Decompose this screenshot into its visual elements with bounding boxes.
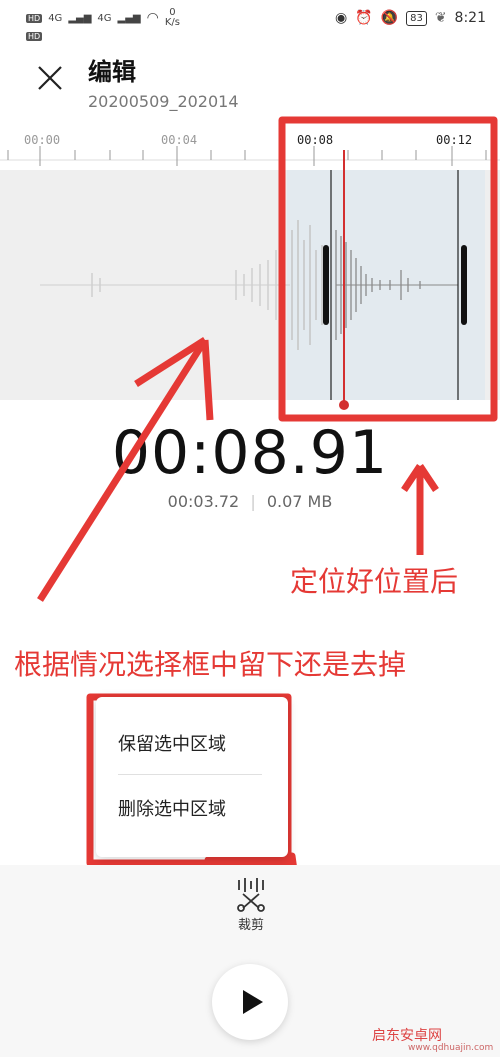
- annotation-choose-hint: 根据情况选择框中留下还是去掉: [14, 648, 407, 681]
- watermark-brand: 启东安卓网: [372, 1028, 442, 1044]
- selection-menu: 保留选中区域 删除选中区域: [96, 697, 288, 857]
- delete-selection-option[interactable]: 删除选中区域: [118, 795, 226, 821]
- play-button[interactable]: [212, 964, 288, 1040]
- crop-label: 裁剪: [237, 918, 264, 933]
- crop-icon: [237, 878, 265, 912]
- crop-button[interactable]: 裁剪: [226, 876, 276, 936]
- watermark-url: www.qdhuajin.com: [408, 1043, 494, 1053]
- play-icon: [243, 990, 263, 1014]
- keep-selection-option[interactable]: 保留选中区域: [118, 730, 226, 756]
- annotation-position-hint: 定位好位置后: [290, 565, 459, 598]
- menu-divider: [118, 774, 262, 775]
